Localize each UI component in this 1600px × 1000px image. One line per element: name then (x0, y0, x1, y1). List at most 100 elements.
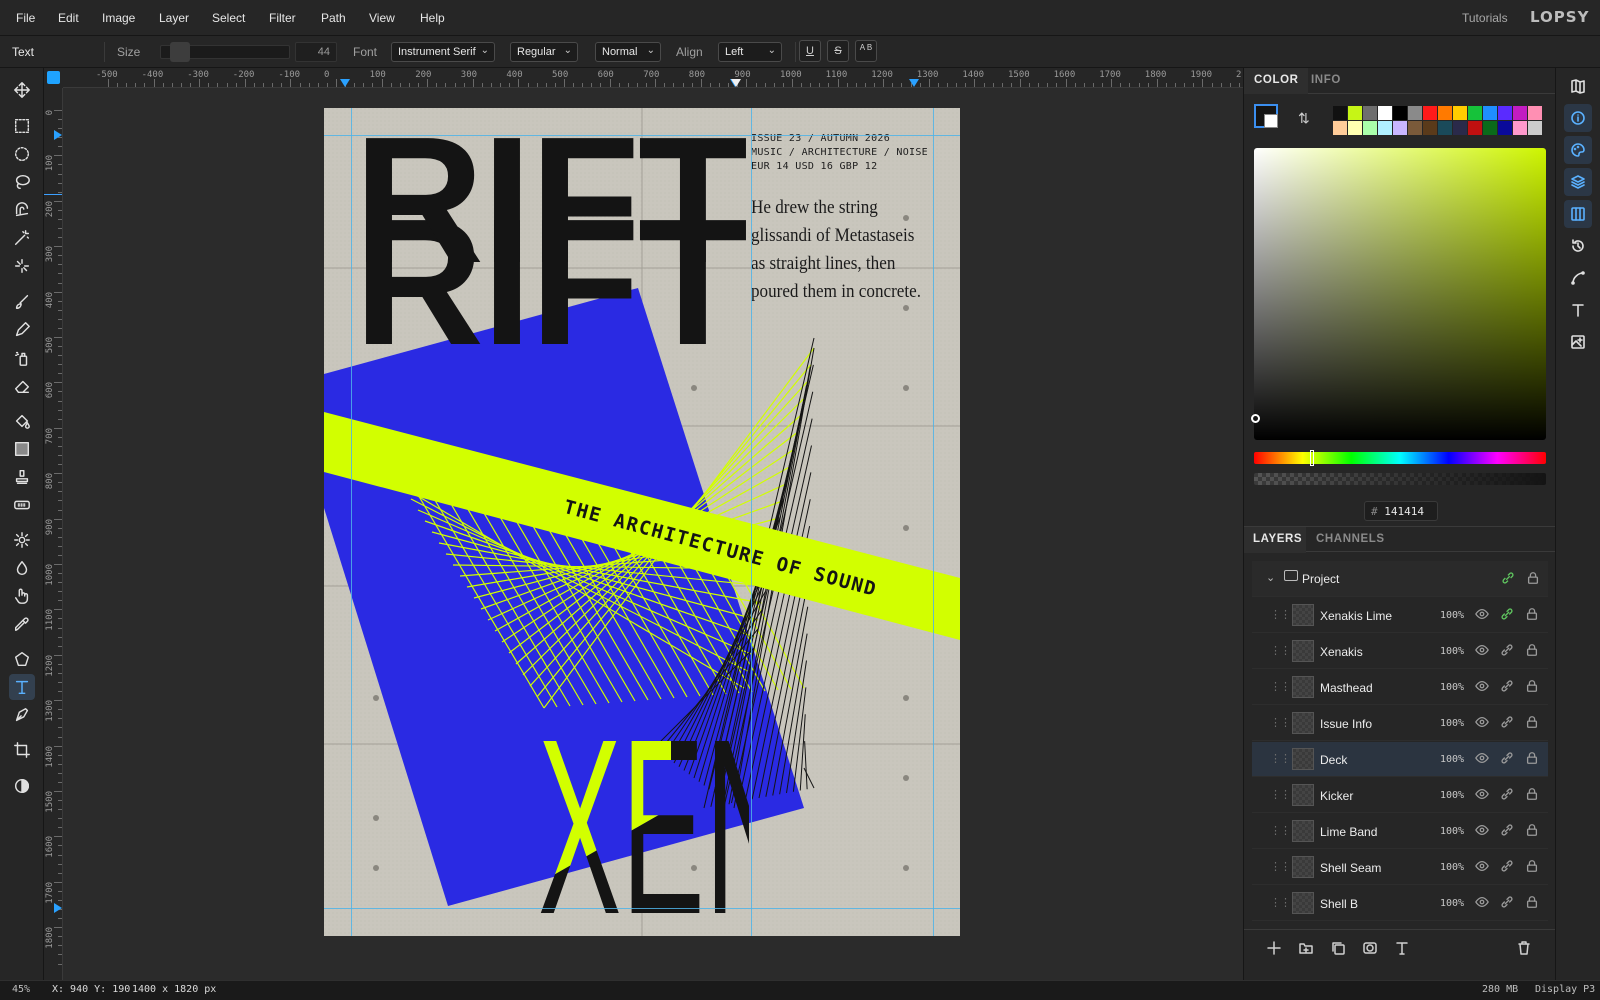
layers-icon[interactable] (1564, 168, 1592, 196)
dodge-icon[interactable] (9, 527, 35, 553)
menu-path[interactable]: Path (321, 11, 346, 25)
pen-icon[interactable] (9, 702, 35, 728)
link-icon[interactable] (1501, 571, 1515, 588)
text-tool-icon[interactable] (9, 674, 35, 700)
layer-opacity[interactable]: 100% (1440, 790, 1464, 801)
drag-handle-icon[interactable]: ⋮⋮ (1270, 608, 1291, 621)
visibility-eye-icon[interactable] (1475, 787, 1491, 803)
link-icon[interactable] (1500, 823, 1516, 839)
healing-icon[interactable] (9, 492, 35, 518)
drag-handle-icon[interactable]: ⋮⋮ (1270, 788, 1291, 801)
visibility-eye-icon[interactable] (1475, 607, 1491, 623)
layer-opacity[interactable]: 100% (1440, 826, 1464, 837)
lock-icon[interactable] (1525, 895, 1541, 911)
poster-canvas[interactable]: RIFT RIFT XENAKIS XENAKIS ISSUE 23 / AUT… (324, 108, 960, 936)
clone-stamp-icon[interactable] (9, 464, 35, 490)
guide-marker[interactable] (909, 79, 919, 87)
drag-handle-icon[interactable]: ⋮⋮ (1270, 752, 1291, 765)
color-swatch[interactable] (1528, 106, 1542, 120)
visibility-eye-icon[interactable] (1475, 895, 1491, 911)
quick-select-icon[interactable] (9, 253, 35, 279)
fill-bucket-icon[interactable] (9, 408, 35, 434)
color-swatch[interactable] (1348, 121, 1362, 135)
color-swatch[interactable] (1333, 121, 1347, 135)
color-swatch[interactable] (1453, 121, 1467, 135)
layer-opacity[interactable]: 100% (1440, 862, 1464, 873)
color-swatch[interactable] (1468, 121, 1482, 135)
color-swatch[interactable] (1423, 121, 1437, 135)
menu-select[interactable]: Select (212, 11, 245, 25)
layer-row[interactable]: ⋮⋮ Xenakis 100% (1252, 634, 1548, 669)
ellipse-select-icon[interactable] (9, 141, 35, 167)
color-picker-field[interactable] (1254, 148, 1546, 440)
layer-row[interactable]: ⋮⋮ Kicker 100% (1252, 778, 1548, 813)
color-swatch[interactable] (1408, 121, 1422, 135)
drag-handle-icon[interactable]: ⋮⋮ (1270, 824, 1291, 837)
menu-file[interactable]: File (16, 11, 35, 25)
color-swatch[interactable] (1498, 121, 1512, 135)
color-swatch[interactable] (1438, 106, 1452, 120)
guide-marker[interactable] (54, 903, 62, 913)
color-swatch[interactable] (1513, 106, 1527, 120)
zoom-level[interactable]: 45% (12, 984, 30, 995)
layer-name[interactable]: Masthead (1320, 681, 1373, 695)
vertical-ruler[interactable]: 0 100 200 300 400 500 600 700 800 900 1000 1100 1200… (44, 88, 63, 980)
lasso-icon[interactable] (9, 169, 35, 195)
color-swatch[interactable] (1483, 121, 1497, 135)
color-swatch[interactable] (1393, 121, 1407, 135)
tutorials-link[interactable]: Tutorials (1462, 11, 1508, 25)
color-swatch[interactable] (1468, 106, 1482, 120)
color-swatch[interactable] (1513, 121, 1527, 135)
visibility-eye-icon[interactable] (1475, 643, 1491, 659)
lock-icon[interactable] (1525, 715, 1541, 731)
layer-opacity[interactable]: 100% (1440, 610, 1464, 621)
pencil-icon[interactable] (9, 317, 35, 343)
color-swatch[interactable] (1363, 121, 1377, 135)
issue-info[interactable]: ISSUE 23 / AUTUMN 2026 MUSIC / ARCHITECT… (751, 132, 928, 174)
color-swatch[interactable] (1363, 106, 1377, 120)
eraser-icon[interactable] (9, 373, 35, 399)
link-icon[interactable] (1500, 643, 1516, 659)
guide-line[interactable] (324, 908, 960, 909)
menu-layer[interactable]: Layer (159, 11, 189, 25)
drag-handle-icon[interactable]: ⋮⋮ (1270, 680, 1291, 693)
color-swatch[interactable] (1393, 106, 1407, 120)
size-input[interactable]: 44 (295, 42, 337, 62)
tab-color[interactable]: COLOR (1254, 74, 1299, 86)
smudge-icon[interactable] (9, 583, 35, 609)
add-text-layer-icon[interactable] (1394, 940, 1414, 960)
swap-colors-icon[interactable]: ⇅ (1298, 110, 1310, 127)
color-swatch[interactable] (1528, 121, 1542, 135)
layer-name[interactable]: Kicker (1320, 789, 1353, 803)
hue-slider[interactable] (1254, 452, 1546, 464)
add-layer-icon[interactable] (1266, 940, 1286, 960)
mask-icon[interactable] (1362, 940, 1382, 960)
link-icon[interactable] (1500, 751, 1516, 767)
drag-handle-icon[interactable]: ⋮⋮ (1270, 716, 1291, 729)
layer-opacity[interactable]: 100% (1440, 754, 1464, 765)
color-swatch[interactable] (1498, 106, 1512, 120)
layer-name[interactable]: Deck (1320, 753, 1347, 767)
delete-layer-icon[interactable] (1516, 940, 1536, 960)
strikethrough-button[interactable]: S (827, 40, 849, 62)
paths-icon[interactable] (1564, 264, 1592, 292)
layer-opacity[interactable]: 100% (1440, 646, 1464, 657)
magnetic-lasso-icon[interactable] (9, 197, 35, 223)
hue-slider-handle[interactable] (1310, 450, 1314, 466)
lock-icon[interactable] (1525, 643, 1541, 659)
layer-name[interactable]: Shell B (1320, 897, 1358, 911)
palette-icon[interactable] (1564, 136, 1592, 164)
color-swatch[interactable] (1453, 106, 1467, 120)
link-icon[interactable] (1500, 607, 1516, 623)
alpha-slider[interactable] (1254, 473, 1546, 485)
menu-edit[interactable]: Edit (58, 11, 79, 25)
color-swatch[interactable] (1333, 106, 1347, 120)
chevron-down-icon[interactable]: ⌄ (1266, 571, 1275, 584)
character-icon[interactable] (1564, 296, 1592, 324)
lock-icon[interactable] (1525, 679, 1541, 695)
layer-name[interactable]: Xenakis (1320, 645, 1363, 659)
visibility-eye-icon[interactable] (1475, 823, 1491, 839)
color-swatch[interactable] (1408, 106, 1422, 120)
menu-view[interactable]: View (369, 11, 395, 25)
eyedropper-icon[interactable] (9, 611, 35, 637)
